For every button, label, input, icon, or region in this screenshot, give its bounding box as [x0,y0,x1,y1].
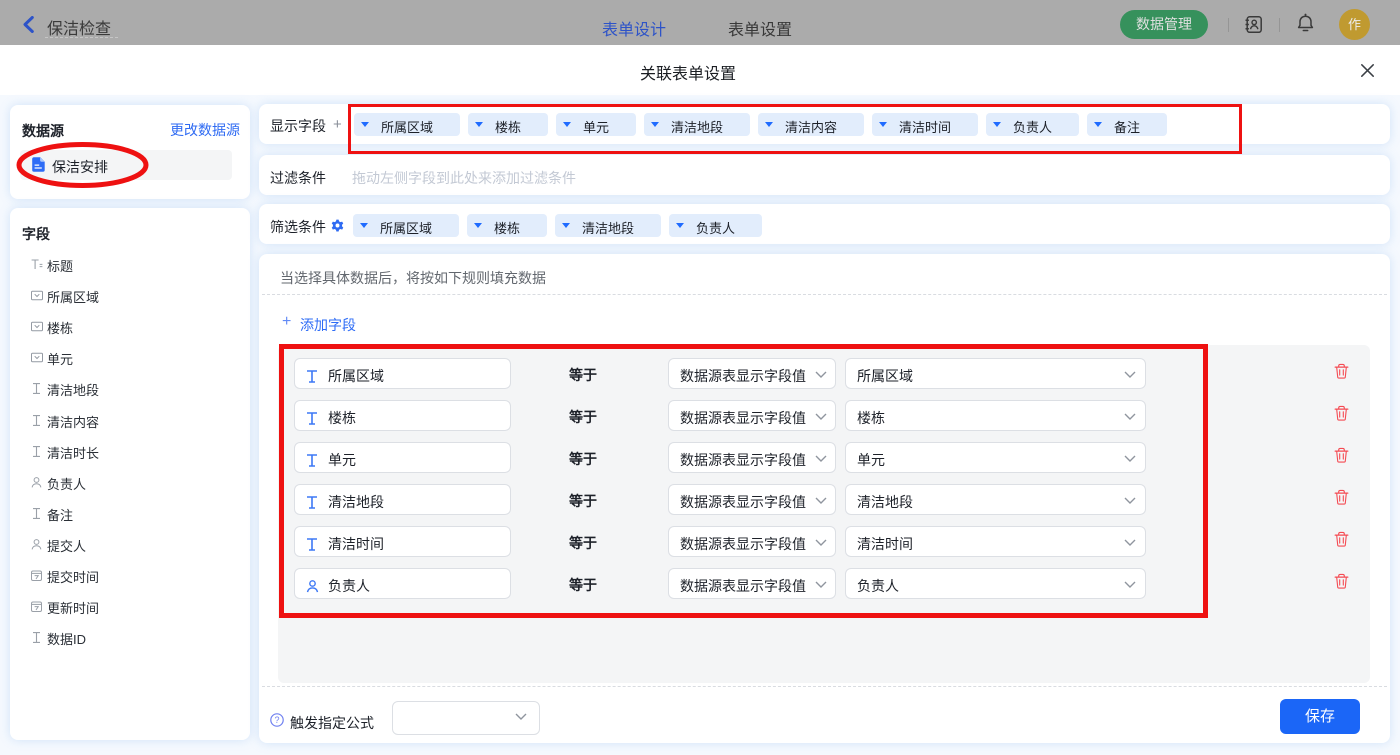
svg-text:?: ? [274,715,279,725]
